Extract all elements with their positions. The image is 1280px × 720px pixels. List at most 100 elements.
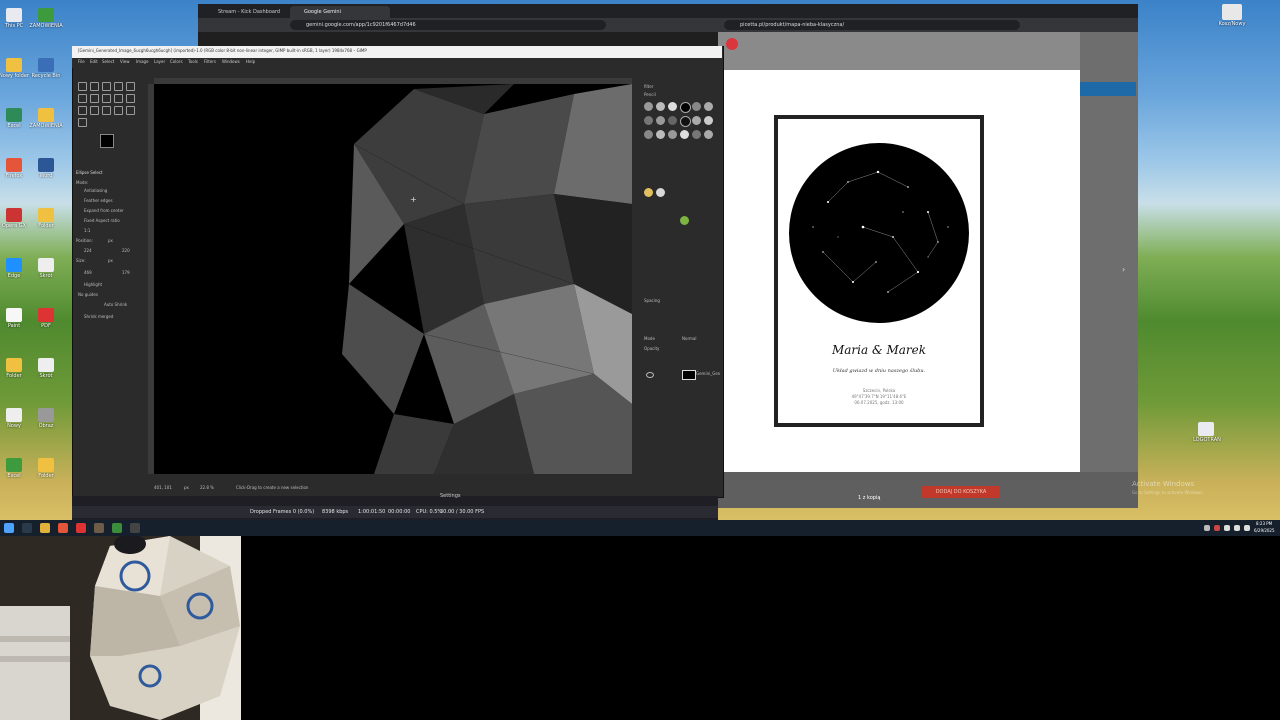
desktop-shortcut-icon[interactable] [38,458,54,472]
zoom-tool-icon[interactable] [78,118,87,127]
desktop-shortcut-icon[interactable] [38,8,54,22]
desktop-shortcut-icon[interactable] [38,158,54,172]
clock-time[interactable]: 8:23 PM [1256,521,1272,526]
highlight-checkbox[interactable]: Highlight [84,282,102,287]
brush-preset-icon[interactable] [656,102,665,111]
add-to-cart-button[interactable]: DODAJ DO KOSZYKA [922,486,1000,498]
desktop-shortcut-icon[interactable] [6,158,22,172]
size-height-field[interactable]: 179 [122,270,130,275]
desktop-shortcut-icon[interactable] [38,408,54,422]
layer-thumbnail[interactable] [682,370,696,380]
opera-icon[interactable] [76,523,86,533]
smudge-tool-icon[interactable] [78,106,87,115]
free-select-icon[interactable] [102,82,111,91]
search-icon[interactable] [22,523,32,533]
brush-preset-icon[interactable] [656,116,665,125]
desktop-shortcut-icon[interactable] [38,308,54,322]
brush-preset-icon[interactable] [644,102,653,111]
obs-taskbar-icon[interactable] [130,523,140,533]
address-bar[interactable]: gemini.google.com/app/1c9201f6467d7d46 [290,20,606,30]
zoom-select[interactable]: 22.8 % [200,485,214,490]
desktop-shortcut-icon[interactable] [38,258,54,272]
keyboard-icon[interactable] [1244,525,1250,531]
brush-filter-field[interactable]: filter [644,84,653,89]
brush-preset-icon[interactable] [692,102,701,111]
brush-preset-icon[interactable] [680,130,689,139]
windows-start-icon[interactable] [4,523,14,533]
foreground-color-swatch[interactable] [100,134,114,148]
desktop-shortcut-icon[interactable] [6,308,22,322]
desktop-shortcut-icon[interactable] [6,458,22,472]
desktop-shortcut-icon[interactable] [38,58,54,72]
brush-preset-icon[interactable] [680,216,689,225]
antialiasing-checkbox[interactable]: Antialiasing [84,188,107,193]
position-y-field[interactable]: 220 [122,248,130,253]
brush-preset-icon[interactable] [680,116,691,127]
menu-filters[interactable]: Filters [204,59,216,64]
layer-mode-select[interactable]: Normal [682,336,696,341]
size-width-field[interactable]: 469 [84,270,92,275]
tab-kick-dashboard[interactable]: Stream - Kick Dashboard [204,6,298,18]
menu-image[interactable]: Image [136,59,149,64]
obs-settings-button[interactable]: Settings [440,493,461,499]
transform-tool-icon[interactable] [126,82,135,91]
measure-tool-icon[interactable] [126,106,135,115]
desktop-shortcut-icon[interactable] [6,358,22,372]
feather-edges-checkbox[interactable]: Feather edges [84,198,113,203]
eraser-icon[interactable] [114,94,123,103]
brush-preset-icon[interactable] [704,116,713,125]
network-icon[interactable] [1224,525,1230,531]
layer-name[interactable]: Gemini_Gen [696,371,720,376]
shrink-merged-checkbox[interactable]: Shrink merged [84,314,113,319]
brush-preset-icon[interactable] [668,130,677,139]
brush-preset-icon[interactable] [644,116,653,125]
menu-select[interactable]: Select [102,59,114,64]
chevron-right-icon[interactable]: › [1122,265,1125,274]
menu-edit[interactable]: Edit [90,59,98,64]
paintbrush-icon[interactable] [102,94,111,103]
brush-preset-icon[interactable] [692,116,701,125]
menu-help[interactable]: Help [246,59,255,64]
desktop-shortcut-icon[interactable] [38,208,54,222]
color-picker-icon[interactable] [114,106,123,115]
desktop-shortcut-icon[interactable] [6,108,22,122]
brush-preset-icon[interactable] [656,130,665,139]
opacity-slider[interactable]: Opacity [644,346,659,351]
tab-gemini[interactable]: Google Gemini [290,6,390,18]
menu-windows[interactable]: Windows [222,59,240,64]
menu-tools[interactable]: Tools [188,59,198,64]
clock-date[interactable]: 6/29/2025 [1254,528,1275,533]
file-explorer-icon[interactable] [40,523,50,533]
brush-preset-icon[interactable] [668,116,677,125]
desktop-shortcut-icon[interactable] [38,108,54,122]
tray-chevron-icon[interactable] [1204,525,1210,531]
guides-select[interactable]: No guides [78,292,98,297]
desktop-shortcut-icon[interactable] [6,58,22,72]
fuzzy-select-icon[interactable] [78,94,87,103]
gimp-taskbar-icon[interactable] [94,523,104,533]
brush-preset-icon[interactable] [644,188,653,197]
expand-from-center-checkbox[interactable]: Expand from center [84,208,124,213]
brush-preset-icon[interactable] [692,130,701,139]
brush-preset-icon[interactable] [656,188,665,197]
position-unit-select[interactable]: px [108,238,113,243]
aspect-ratio-field[interactable]: 1:1 [84,228,90,233]
desktop-icon-recycle[interactable] [1222,4,1242,20]
fixed-aspect-checkbox[interactable]: Fixed Aspect ratio [84,218,120,223]
volume-icon[interactable] [1234,525,1240,531]
size-unit-select[interactable]: px [108,258,113,263]
desktop-shortcut-icon[interactable] [6,408,22,422]
desktop-shortcut-icon[interactable] [38,358,54,372]
desktop-shortcut-icon[interactable] [6,258,22,272]
desktop-icon-logotran[interactable] [1198,422,1214,436]
menu-layer[interactable]: Layer [154,59,165,64]
brush-preset-icon[interactable] [704,130,713,139]
position-x-field[interactable]: 224 [84,248,92,253]
address-bar-right[interactable]: picetta.pl/produkt/mapa-nieba-klasyczna/ [724,20,1020,30]
shop-logo-icon[interactable] [726,38,738,50]
menu-file[interactable]: File [78,59,85,64]
tray-app-icon[interactable] [1214,525,1220,531]
brush-preset-icon[interactable] [644,130,653,139]
brush-preset-icon[interactable] [680,102,691,113]
paths-tool-icon[interactable] [102,106,111,115]
